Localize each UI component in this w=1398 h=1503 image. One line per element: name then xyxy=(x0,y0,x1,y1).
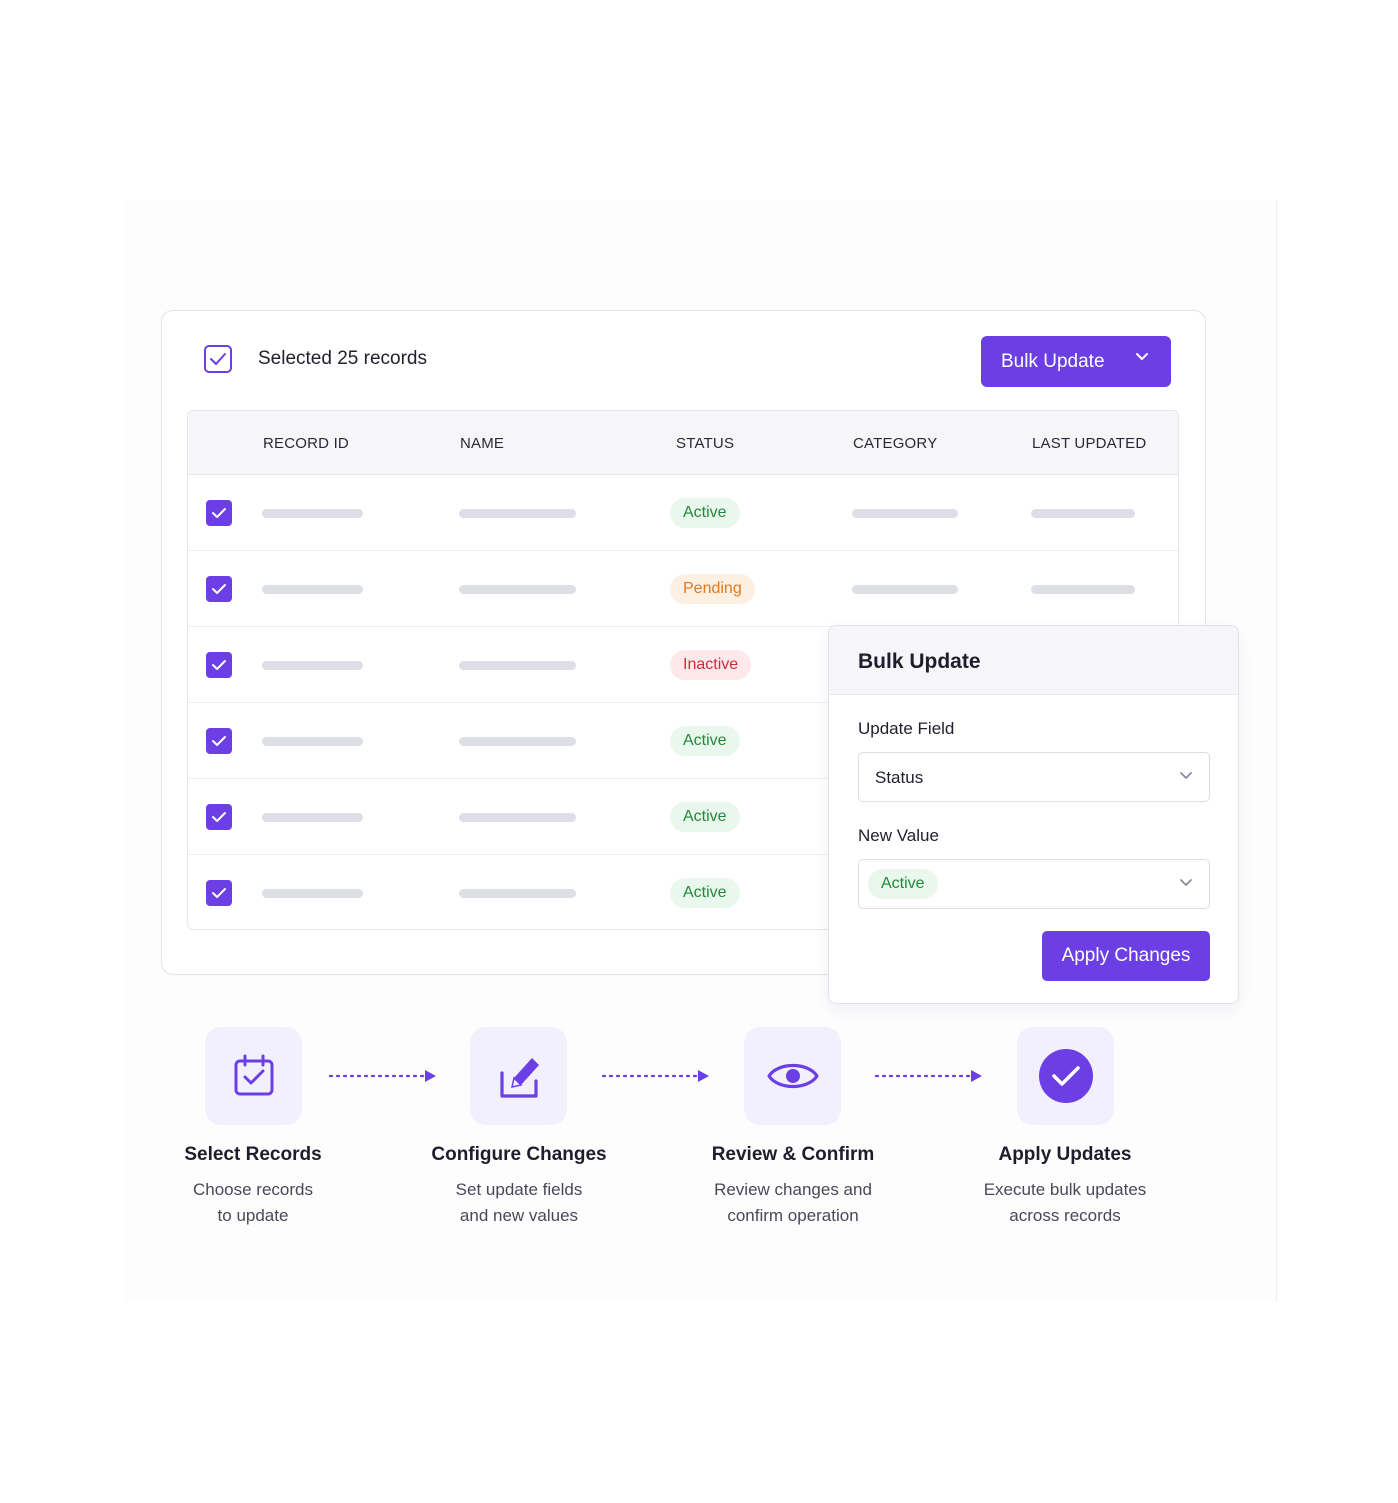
column-header-name[interactable]: NAME xyxy=(460,435,504,452)
new-value-label: New Value xyxy=(858,826,939,845)
arrow-right-icon xyxy=(602,1070,709,1082)
calendar-check-icon xyxy=(234,1054,273,1096)
last-updated-placeholder xyxy=(1031,509,1135,518)
row-checkbox[interactable] xyxy=(206,652,232,678)
step-description: Set update fields and new values xyxy=(399,1177,639,1229)
bulk-update-button-label: Bulk Update xyxy=(1001,350,1105,372)
bulk-update-panel: Bulk Update Update Field Status New Valu… xyxy=(828,625,1239,1004)
table-header: RECORD ID NAME STATUS CATEGORY LAST UPDA… xyxy=(188,411,1178,475)
record-id-placeholder xyxy=(262,889,363,898)
category-placeholder xyxy=(852,585,958,594)
status-badge: Inactive xyxy=(670,650,752,680)
name-placeholder xyxy=(459,813,576,822)
check-icon xyxy=(212,584,226,594)
arrow-right-icon xyxy=(329,1070,436,1082)
step-description: Review changes and confirm operation xyxy=(673,1177,913,1229)
record-id-placeholder xyxy=(262,813,363,822)
arrow-right-icon xyxy=(875,1070,982,1082)
status-badge: Active xyxy=(670,726,740,756)
step-title: Select Records xyxy=(184,1144,322,1165)
check-icon xyxy=(212,660,226,670)
step-description: Execute bulk updates across records xyxy=(945,1177,1185,1229)
table-row[interactable]: Pending xyxy=(188,551,1178,627)
last-updated-placeholder xyxy=(1031,585,1135,594)
step-description: Choose records to update xyxy=(133,1177,373,1229)
row-checkbox[interactable] xyxy=(206,880,232,906)
update-field-select[interactable]: Status xyxy=(858,752,1210,802)
column-header-status[interactable]: STATUS xyxy=(676,435,734,452)
step-description-line: and new values xyxy=(459,1206,579,1225)
new-value-badge: Active xyxy=(868,869,938,899)
chevron-down-icon xyxy=(1136,353,1148,360)
name-placeholder xyxy=(459,661,576,670)
bulk-update-button[interactable]: Bulk Update xyxy=(981,336,1171,387)
panel-title: Bulk Update xyxy=(829,626,1238,695)
record-id-placeholder xyxy=(262,509,363,518)
select-all-checkbox[interactable] xyxy=(204,345,232,373)
check-circle-icon xyxy=(1038,1049,1093,1103)
check-icon xyxy=(210,353,226,365)
step-description-line: to update xyxy=(217,1206,289,1225)
step-review-icon-tile xyxy=(744,1027,841,1125)
name-placeholder xyxy=(459,509,576,518)
status-badge: Active xyxy=(670,498,740,528)
step-description-line: Set update fields xyxy=(455,1180,583,1199)
apply-changes-button[interactable]: Apply Changes xyxy=(1042,931,1210,981)
row-checkbox[interactable] xyxy=(206,500,232,526)
check-icon xyxy=(212,812,226,822)
step-title: Apply Updates xyxy=(998,1144,1132,1165)
column-header-record-id[interactable]: RECORD ID xyxy=(263,435,349,452)
step-description-line: confirm operation xyxy=(727,1206,859,1225)
status-badge: Active xyxy=(670,802,740,832)
row-checkbox[interactable] xyxy=(206,576,232,602)
chevron-down-icon xyxy=(1180,879,1192,886)
record-id-placeholder xyxy=(262,661,363,670)
check-icon xyxy=(212,736,226,746)
row-checkbox[interactable] xyxy=(206,728,232,754)
step-description-line: Execute bulk updates xyxy=(983,1180,1147,1199)
name-placeholder xyxy=(459,737,576,746)
status-badge: Active xyxy=(670,878,740,908)
name-placeholder xyxy=(459,889,576,898)
category-placeholder xyxy=(852,509,958,518)
step-title: Configure Changes xyxy=(431,1144,607,1165)
record-id-placeholder xyxy=(262,737,363,746)
selected-count-label: Selected 25 records xyxy=(258,348,427,369)
step-title: Review & Confirm xyxy=(711,1144,875,1165)
column-header-last-updated[interactable]: LAST UPDATED xyxy=(1032,435,1146,452)
update-field-value: Status xyxy=(875,768,924,787)
table-row[interactable]: Active xyxy=(188,475,1178,551)
chevron-down-icon xyxy=(1180,772,1192,779)
column-header-category[interactable]: CATEGORY xyxy=(853,435,937,452)
step-description-line: Review changes and xyxy=(714,1180,872,1199)
step-select-icon-tile xyxy=(205,1027,302,1125)
update-field-label: Update Field xyxy=(858,719,955,738)
step-description-line: across records xyxy=(1009,1206,1121,1225)
row-checkbox[interactable] xyxy=(206,804,232,830)
record-id-placeholder xyxy=(262,585,363,594)
step-configure-icon-tile xyxy=(470,1027,567,1125)
step-description-line: Choose records xyxy=(192,1180,313,1199)
status-badge: Pending xyxy=(670,574,755,604)
check-icon xyxy=(212,508,226,518)
eye-icon xyxy=(766,1063,819,1089)
new-value-select[interactable]: Active xyxy=(858,859,1210,909)
step-apply-icon-tile xyxy=(1017,1027,1114,1125)
check-icon xyxy=(212,888,226,898)
edit-pencil-icon xyxy=(499,1058,539,1098)
name-placeholder xyxy=(459,585,576,594)
